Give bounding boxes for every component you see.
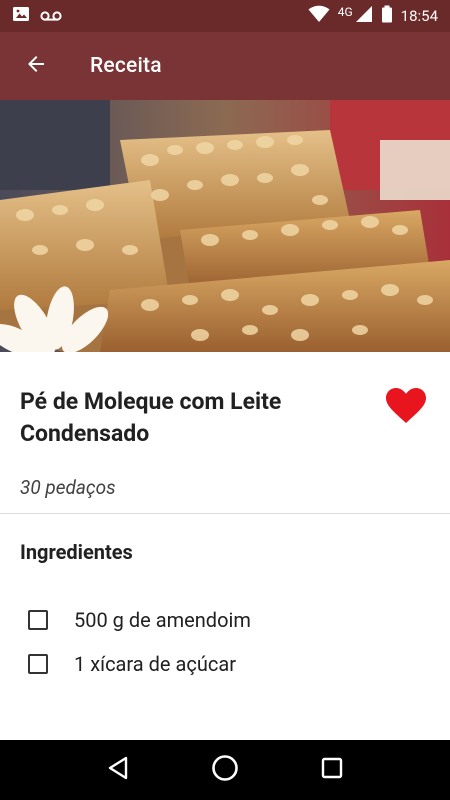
app-bar: Receita	[0, 32, 450, 100]
nav-recents-button[interactable]	[308, 746, 356, 794]
recipe-yield: 30 pedaços	[20, 476, 116, 499]
nav-home-button[interactable]	[201, 746, 249, 794]
ingredient-label: 1 xícara de açúcar	[74, 652, 236, 676]
ingredients-list: 500 g de amendoim 1 xícara de açúcar	[0, 564, 450, 686]
home-circle-icon	[211, 754, 239, 786]
ingredient-checkbox[interactable]	[28, 654, 48, 674]
list-item: 1 xícara de açúcar	[28, 642, 450, 686]
back-button[interactable]	[8, 38, 64, 94]
recipe-title: Pé de Moleque com Leite Condensado	[20, 388, 282, 447]
status-bar: 4G 18:54	[0, 0, 450, 32]
ingredients-heading: Ingredientes	[20, 540, 133, 564]
title-row: Pé de Moleque com Leite Condensado	[0, 352, 450, 450]
recipe-photo	[0, 100, 450, 352]
system-nav-bar	[0, 740, 450, 800]
ingredient-label: 500 g de amendoim	[74, 608, 251, 632]
battery-icon	[381, 5, 393, 27]
image-icon	[12, 5, 30, 27]
list-item: 500 g de amendoim	[28, 598, 450, 642]
wifi-icon	[308, 5, 330, 27]
signal-icon	[355, 5, 373, 27]
clock: 18:54	[400, 7, 438, 25]
nav-back-button[interactable]	[94, 746, 142, 794]
recipe-content: Pé de Moleque com Leite Condensado 30 pe…	[0, 352, 450, 686]
heart-icon	[386, 388, 426, 428]
voicemail-icon	[40, 7, 62, 26]
network-type: 4G	[337, 5, 353, 19]
arrow-back-icon	[24, 52, 48, 80]
ingredient-checkbox[interactable]	[28, 610, 48, 630]
back-triangle-icon	[107, 756, 129, 784]
favorite-button[interactable]	[386, 388, 426, 428]
page-title: Receita	[90, 54, 162, 78]
recents-square-icon	[321, 757, 343, 783]
